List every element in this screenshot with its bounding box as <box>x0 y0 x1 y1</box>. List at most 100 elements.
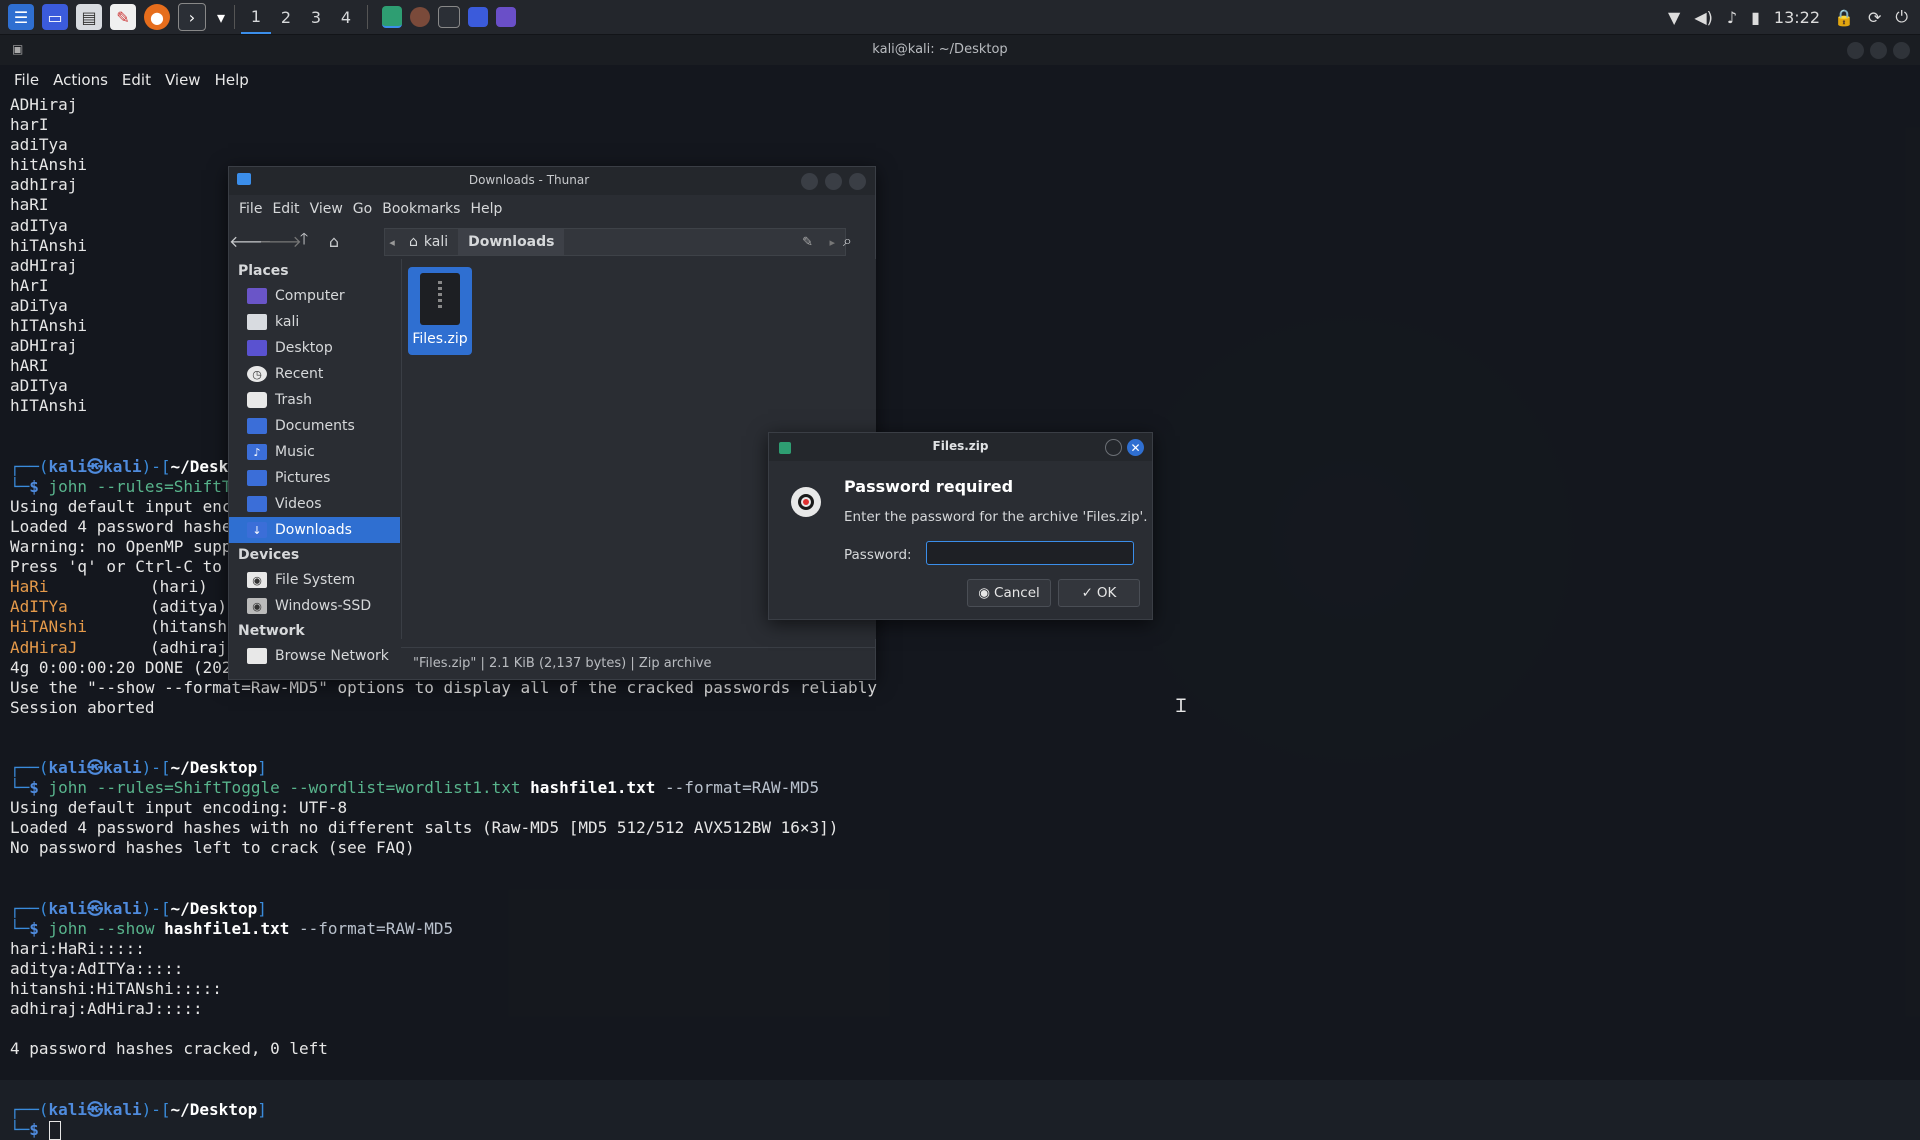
menu-edit[interactable]: Edit <box>122 71 151 89</box>
file-name: Files.zip <box>412 331 468 347</box>
window-task-icon[interactable] <box>496 7 516 27</box>
menu-actions[interactable]: Actions <box>53 71 108 89</box>
firefox-task-icon[interactable] <box>410 7 430 27</box>
minimize-button[interactable] <box>1847 42 1864 59</box>
sidebar-item-filesystem[interactable]: ◉ File System <box>229 567 400 593</box>
search-icon[interactable]: ⌕ <box>843 231 852 251</box>
menu-view[interactable]: View <box>165 71 201 89</box>
sidebar-item-windows-ssd[interactable]: ◉ Windows-SSD <box>229 593 400 619</box>
desktop-icon[interactable]: ▭ <box>42 4 68 30</box>
volume-icon[interactable]: ◀) <box>1694 8 1713 27</box>
sidebar-item-computer[interactable]: Computer <box>229 283 400 309</box>
notification-bell-icon[interactable]: ♪ <box>1727 8 1737 27</box>
menu-help[interactable]: Help <box>215 71 249 89</box>
menu-bookmarks[interactable]: Bookmarks <box>382 201 460 217</box>
chevron-down-icon[interactable]: ▾ <box>214 4 228 30</box>
sidebar-item-kali[interactable]: kali <box>229 309 400 335</box>
pictures-folder-icon <box>247 470 267 486</box>
dialog-message: Enter the password for the archive 'File… <box>844 509 1148 525</box>
edit-location-icon[interactable]: ✎ <box>802 235 813 250</box>
lock-icon[interactable]: 🔒 <box>1834 8 1854 27</box>
path-right-icon[interactable]: ▸ <box>829 236 835 249</box>
clock[interactable]: 13:22 <box>1774 8 1820 27</box>
system-tray: ▼ ◀) ♪ ▮ 13:22 🔒 ⟳ ⏻ <box>1668 0 1920 34</box>
menu-edit[interactable]: Edit <box>272 201 299 217</box>
sidebar-item-trash[interactable]: Trash <box>229 387 400 413</box>
wifi-icon[interactable]: ▼ <box>1668 8 1680 27</box>
workspace-3[interactable]: 3 <box>301 0 331 34</box>
sidebar-item-pictures[interactable]: Pictures <box>229 465 400 491</box>
home-icon[interactable]: ⌂ <box>319 232 349 251</box>
cancel-button[interactable]: ◉ Cancel <box>967 579 1051 607</box>
network-icon <box>247 648 267 664</box>
status-text: "Files.zip" | 2.1 KiB (2,137 bytes) | Zi… <box>413 655 712 671</box>
close-button[interactable] <box>1893 42 1910 59</box>
password-dialog: Files.zip ✕ Password required Enter the … <box>768 432 1153 620</box>
back-arrow-icon[interactable]: 🡐 <box>229 231 272 251</box>
thunar-statusbar: "Files.zip" | 2.1 KiB (2,137 bytes) | Zi… <box>401 647 875 678</box>
terminal-titlebar: ▣ kali@kali: ~/Desktop <box>0 35 1920 65</box>
prompt-line: ┌──(kali㉿kali)-[~/Desktop] <box>10 898 267 918</box>
up-arrow-icon[interactable]: 🡑 <box>289 228 319 255</box>
breadcrumb-downloads[interactable]: Downloads <box>458 229 565 255</box>
home-folder-icon <box>247 314 267 330</box>
menu-file[interactable]: File <box>14 71 39 89</box>
workspace-2[interactable]: 2 <box>271 0 301 34</box>
maximize-button[interactable] <box>825 173 842 190</box>
maximize-button[interactable] <box>1870 42 1887 59</box>
computer-icon <box>247 288 267 304</box>
breadcrumb-kali[interactable]: ⌂ kali <box>399 229 458 255</box>
menu-help[interactable]: Help <box>470 201 502 217</box>
menu-view[interactable]: View <box>310 201 343 217</box>
menu-go[interactable]: Go <box>353 201 372 217</box>
file-item-files-zip[interactable]: Files.zip <box>408 267 472 355</box>
drive-icon: ◉ <box>247 572 267 588</box>
minimize-button[interactable] <box>801 173 818 190</box>
sidebar-item-documents[interactable]: Documents <box>229 413 400 439</box>
firefox-icon[interactable]: ● <box>144 4 170 30</box>
close-button[interactable]: ✕ <box>1127 439 1144 456</box>
menu-file[interactable]: File <box>239 201 262 217</box>
thunar-titlebar: Downloads - Thunar <box>229 167 875 195</box>
file-manager-icon[interactable]: ▤ <box>76 4 102 30</box>
sidebar-item-recent[interactable]: ◷ Recent <box>229 361 400 387</box>
text-editor-icon[interactable]: ✎ <box>110 4 136 30</box>
battery-icon[interactable]: ▮ <box>1751 8 1760 27</box>
sidebar-item-downloads[interactable]: ↓ Downloads <box>229 517 400 543</box>
terminal-icon[interactable]: › <box>178 3 206 31</box>
sidebar-item-browse-network[interactable]: Browse Network <box>229 643 400 669</box>
terminal-title: kali@kali: ~/Desktop <box>872 42 1008 57</box>
refresh-icon[interactable]: ⟳ <box>1868 8 1881 27</box>
sidebar-item-music[interactable]: ♪ Music <box>229 439 400 465</box>
workspace-1[interactable]: 1 <box>241 0 271 34</box>
command-line: └─$ john --show hashfile1.txt --format=R… <box>10 918 454 938</box>
trash-icon <box>247 392 267 408</box>
password-label: Password: <box>844 547 912 563</box>
videos-folder-icon <box>247 496 267 512</box>
power-icon[interactable]: ⏻ <box>1895 7 1908 27</box>
thunar-menubar: File Edit View Go Bookmarks Help <box>229 195 502 223</box>
thunar-sidebar: Places Computer kali Desktop ◷ Recent Tra… <box>229 259 400 675</box>
thunar-title: Downloads - Thunar <box>468 173 590 187</box>
zip-archive-icon <box>420 273 460 325</box>
devices-heading: Devices <box>238 547 300 563</box>
close-button[interactable] <box>849 173 866 190</box>
documents-folder-icon <box>247 418 267 434</box>
desktop-icon <box>247 340 267 356</box>
places-heading: Places <box>238 263 289 279</box>
thunar-task-icon[interactable] <box>468 7 488 27</box>
ok-button[interactable]: ✓ OK <box>1058 579 1140 607</box>
workspace-4[interactable]: 4 <box>331 0 361 34</box>
dialog-titlebar: Files.zip ✕ <box>769 433 1152 461</box>
sidebar-item-desktop[interactable]: Desktop <box>229 335 400 361</box>
kali-menu-icon[interactable]: ☰ <box>8 4 34 30</box>
sidebar-item-videos[interactable]: Videos <box>229 491 400 517</box>
path-left-icon[interactable]: ◂ <box>385 236 399 249</box>
minimize-button[interactable] <box>1105 439 1122 456</box>
dialog-password-icon <box>791 487 821 517</box>
terminal-task-icon[interactable] <box>438 6 460 28</box>
archive-manager-task-icon[interactable] <box>382 6 402 28</box>
forward-arrow-icon[interactable]: 🡒 <box>259 231 302 251</box>
password-input[interactable] <box>926 541 1134 565</box>
command-line-active[interactable]: └─$ <box>10 1120 877 1140</box>
